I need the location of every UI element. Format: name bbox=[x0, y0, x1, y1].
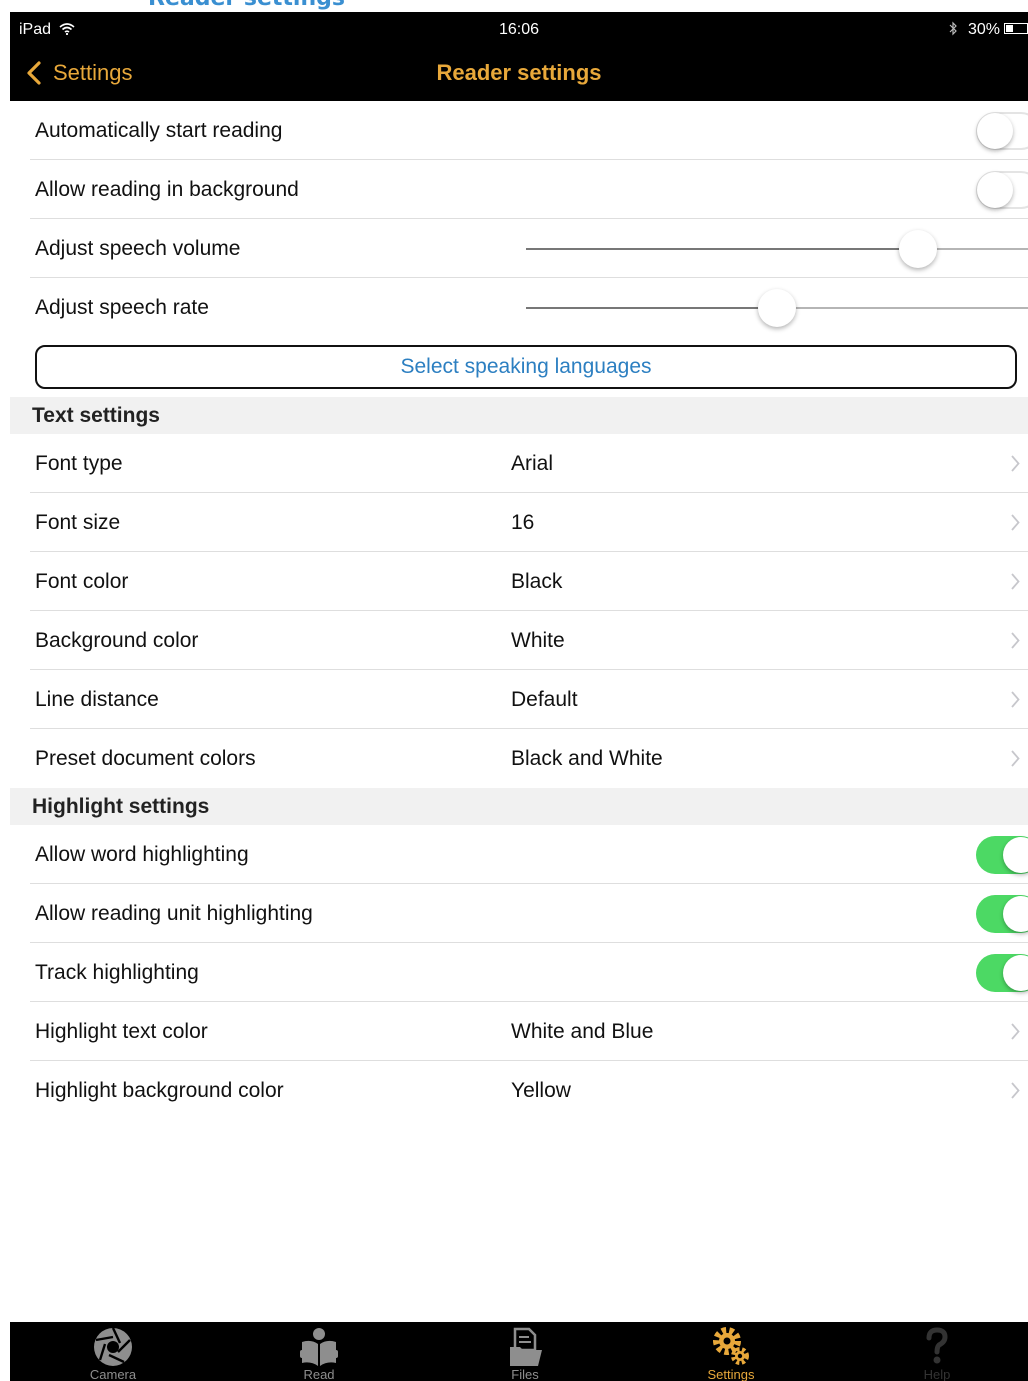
tab-label: Help bbox=[923, 1367, 951, 1381]
bluetooth-icon bbox=[949, 21, 957, 36]
row-line-distance[interactable]: Line distance Default bbox=[10, 670, 1028, 729]
row-label: Background color bbox=[35, 629, 199, 652]
row-label: Track highlighting bbox=[35, 961, 199, 984]
battery-icon bbox=[1004, 23, 1028, 34]
row-background-reading: Allow reading in background bbox=[10, 160, 1028, 219]
row-font-type[interactable]: Font type Arial bbox=[10, 434, 1028, 493]
select-languages-button[interactable]: Select speaking languages bbox=[35, 345, 1017, 389]
tab-help[interactable]: Help bbox=[887, 1322, 987, 1381]
word-highlighting-toggle[interactable] bbox=[976, 836, 1028, 874]
row-reading-unit-highlighting: Allow reading unit highlighting bbox=[10, 884, 1028, 943]
tab-label: Camera bbox=[89, 1367, 137, 1381]
row-value: Black and White bbox=[511, 747, 663, 770]
row-track-highlighting: Track highlighting bbox=[10, 943, 1028, 1002]
row-speech-volume: Adjust speech volume bbox=[10, 219, 1028, 278]
read-icon bbox=[300, 1328, 338, 1366]
row-label: Adjust speech rate bbox=[35, 296, 209, 319]
auto-start-toggle[interactable] bbox=[976, 112, 1028, 150]
row-value: Yellow bbox=[511, 1079, 571, 1102]
row-speech-rate: Adjust speech rate bbox=[10, 278, 1028, 337]
document-heading-text: Reader settings bbox=[148, 0, 345, 11]
slider-thumb[interactable] bbox=[899, 230, 937, 268]
row-highlight-text-color[interactable]: Highlight text color White and Blue bbox=[10, 1002, 1028, 1061]
row-label: Font type bbox=[35, 452, 123, 475]
row-label: Preset document colors bbox=[35, 747, 256, 770]
chevron-right-icon bbox=[1011, 1082, 1020, 1099]
section-title: Text settings bbox=[32, 404, 160, 427]
tab-label: Files bbox=[511, 1367, 539, 1381]
tab-camera[interactable]: Camera bbox=[63, 1322, 163, 1381]
row-value: Default bbox=[511, 688, 578, 711]
tab-label: Read bbox=[303, 1367, 335, 1381]
files-icon bbox=[510, 1327, 542, 1366]
row-value: 16 bbox=[511, 511, 535, 534]
row-label: Highlight background color bbox=[35, 1079, 284, 1102]
row-value: White and Blue bbox=[511, 1020, 654, 1043]
row-word-highlighting: Allow word highlighting bbox=[10, 825, 1028, 884]
row-background-color[interactable]: Background color White bbox=[10, 611, 1028, 670]
slider-thumb[interactable] bbox=[758, 289, 796, 327]
status-right: 30% bbox=[948, 21, 1000, 39]
row-label: Allow reading in background bbox=[35, 178, 299, 201]
status-bar: iPad 16:06 30% bbox=[10, 12, 1028, 46]
help-icon bbox=[926, 1327, 948, 1364]
settings-icon bbox=[713, 1327, 749, 1365]
row-value: Black bbox=[511, 570, 563, 593]
chevron-right-icon bbox=[1011, 455, 1020, 472]
tab-files[interactable]: Files bbox=[475, 1322, 575, 1381]
chevron-right-icon bbox=[1011, 632, 1020, 649]
row-label: Automatically start reading bbox=[35, 119, 283, 142]
tab-settings[interactable]: Settings bbox=[681, 1322, 781, 1381]
speech-volume-slider[interactable] bbox=[526, 219, 1028, 278]
document-heading: Reader settings bbox=[0, 0, 1028, 12]
tab-label: Settings bbox=[707, 1367, 755, 1381]
section-header-text-settings: Text settings bbox=[10, 397, 1028, 434]
tab-read[interactable]: Read bbox=[269, 1322, 369, 1381]
section-header-highlight-settings: Highlight settings bbox=[10, 788, 1028, 825]
row-font-size[interactable]: Font size 16 bbox=[10, 493, 1028, 552]
page-title: Reader settings bbox=[436, 60, 602, 85]
row-label: Allow reading unit highlighting bbox=[35, 902, 313, 925]
battery-percent: 30% bbox=[967, 21, 1000, 38]
background-reading-toggle[interactable] bbox=[976, 171, 1028, 209]
row-preset-document-colors[interactable]: Preset document colors Black and White bbox=[10, 729, 1028, 788]
section-title: Highlight settings bbox=[32, 795, 210, 818]
row-label: Highlight text color bbox=[35, 1020, 208, 1043]
row-label: Font color bbox=[35, 570, 129, 593]
row-label: Font size bbox=[35, 511, 121, 534]
status-time: 16:06 bbox=[498, 21, 540, 38]
tab-bar: Camera Read Files Settings Help bbox=[10, 1322, 1028, 1381]
chevron-right-icon bbox=[1011, 514, 1020, 531]
chevron-right-icon bbox=[1011, 691, 1020, 708]
row-highlight-background-color[interactable]: Highlight background color Yellow bbox=[10, 1061, 1028, 1120]
row-value: White bbox=[511, 629, 565, 652]
track-highlighting-toggle[interactable] bbox=[976, 954, 1028, 992]
chevron-right-icon bbox=[1011, 750, 1020, 767]
reading-unit-highlighting-toggle[interactable] bbox=[976, 895, 1028, 933]
navigation-bar: Settings Reader settings bbox=[10, 46, 1028, 101]
speech-rate-slider[interactable] bbox=[526, 278, 1028, 337]
chevron-right-icon bbox=[1011, 1023, 1020, 1040]
row-font-color[interactable]: Font color Black bbox=[10, 552, 1028, 611]
chevron-right-icon bbox=[1011, 573, 1020, 590]
row-label: Line distance bbox=[35, 688, 159, 711]
row-label: Allow word highlighting bbox=[35, 843, 249, 866]
row-auto-start: Automatically start reading bbox=[10, 101, 1028, 160]
row-value: Arial bbox=[511, 452, 554, 475]
row-label: Adjust speech volume bbox=[35, 237, 241, 260]
camera-icon bbox=[94, 1327, 132, 1366]
ipad-screen: iPad 16:06 30% Settings Reader settings bbox=[10, 12, 1028, 1381]
